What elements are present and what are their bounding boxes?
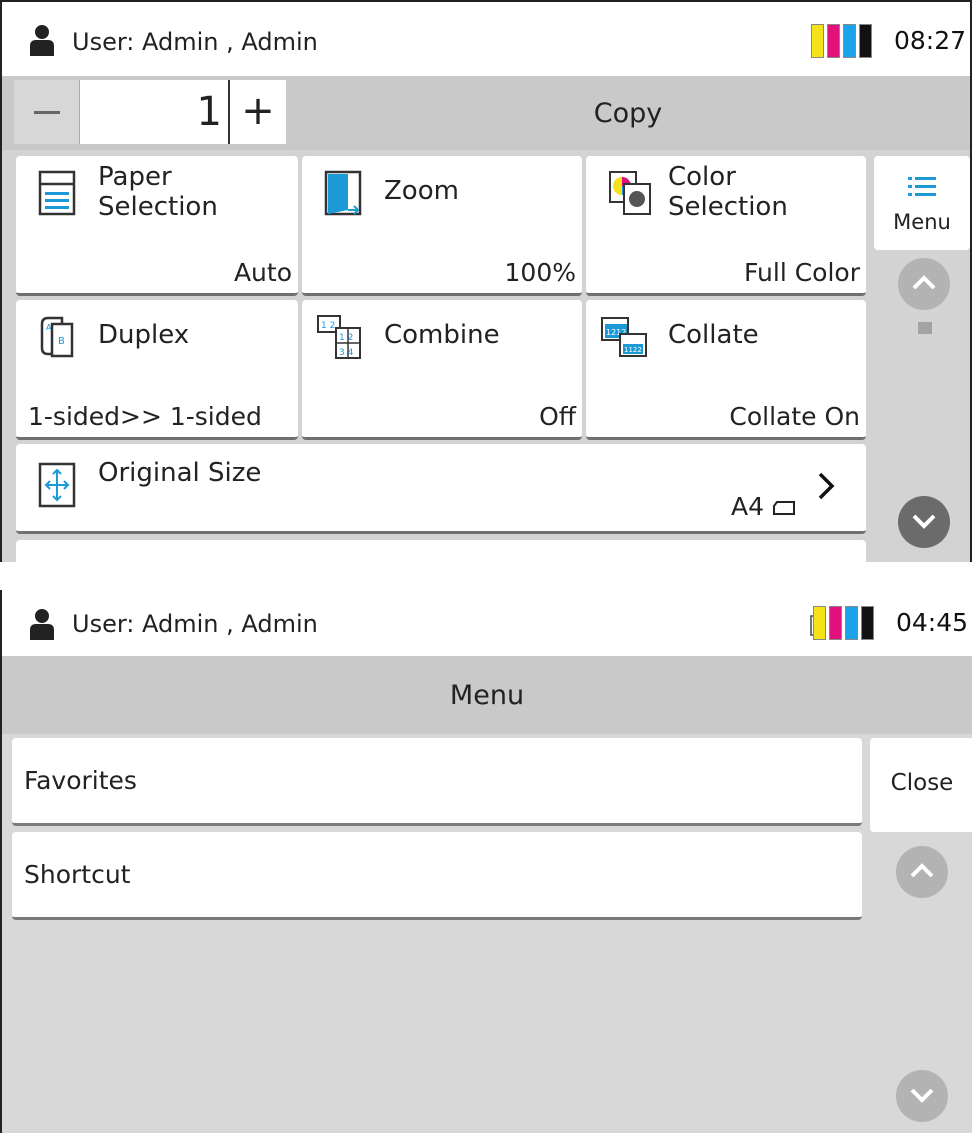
user-icon: [30, 25, 54, 56]
svg-text:A: A: [46, 323, 52, 332]
chevron-down-icon: [910, 1088, 934, 1103]
list-item-label: Favorites: [24, 766, 137, 795]
function-grid: Paper Selection Auto Zoom 100% Color Sel…: [2, 150, 970, 562]
tile-value: 1-sided>> 1-sided: [28, 402, 262, 431]
collate-tile[interactable]: 1212 1122 Collate Collate On: [586, 300, 866, 440]
scroll-up-button[interactable]: [898, 258, 950, 310]
login-user-label: User: Admin , Admin: [72, 610, 318, 638]
close-label: Close: [890, 770, 954, 796]
tile-name: Color Selection: [668, 162, 788, 222]
svg-text:B: B: [58, 336, 65, 347]
tile-name: Combine: [384, 320, 500, 350]
toner-cyan: [845, 606, 858, 640]
toner-black: [861, 606, 874, 640]
menu-list: Favorites Shortcut Close: [2, 734, 972, 1133]
tile-value: Auto: [233, 258, 292, 287]
toner-yellow: [811, 24, 824, 58]
next-function-tile[interactable]: [16, 540, 866, 562]
chevron-up-icon: [912, 275, 936, 290]
tile-value: Full Color: [744, 258, 860, 287]
chevron-right-icon: [818, 472, 835, 500]
tile-name: Paper Selection: [98, 162, 218, 222]
login-user-label: User: Admin , Admin: [72, 28, 318, 56]
menu-screen: User: Admin , Admin 04:45 Menu Favorites…: [0, 590, 972, 1133]
zoom-icon: [324, 170, 362, 216]
chevron-up-icon: [910, 863, 934, 878]
close-button[interactable]: Close: [870, 738, 972, 832]
landscape-orientation-icon: [773, 501, 795, 515]
decrease-copies-button[interactable]: [14, 80, 80, 144]
paper-selection-tile[interactable]: Paper Selection Auto: [16, 156, 298, 296]
copies-count[interactable]: 1: [80, 80, 228, 144]
user-icon: [30, 609, 54, 640]
menu-button[interactable]: Menu: [874, 156, 970, 250]
tile-name: Zoom: [384, 176, 459, 206]
status-bar: User: Admin , Admin 04:45: [2, 590, 972, 656]
paper-selection-icon: [38, 170, 76, 216]
toner-black: [859, 24, 872, 58]
scroll-down-button[interactable]: [896, 1070, 948, 1122]
original-size-icon: [38, 462, 76, 508]
svg-text:1 2: 1 2: [321, 321, 335, 331]
page-title: Menu: [449, 679, 525, 711]
color-selection-tile[interactable]: Color Selection Full Color: [586, 156, 866, 296]
svg-text:1122: 1122: [624, 346, 642, 354]
title-bar: Menu: [2, 656, 972, 734]
collate-icon: 1212 1122: [601, 317, 647, 357]
increase-copies-button[interactable]: +: [228, 80, 286, 144]
toner-level-icon: [811, 24, 872, 58]
toner-magenta: [829, 606, 842, 640]
scroll-down-button[interactable]: [898, 496, 950, 548]
duplex-tile[interactable]: A B Duplex 1-sided>> 1-sided: [16, 300, 298, 440]
list-item-shortcut[interactable]: Shortcut: [12, 832, 862, 920]
copies-stepper: 1 +: [14, 80, 286, 144]
tile-value: A4: [731, 492, 796, 521]
color-selection-icon: [609, 171, 651, 215]
toner-magenta: [827, 24, 840, 58]
svg-text:1 2: 1 2: [339, 333, 353, 343]
combine-tile[interactable]: 1 2 1 2 3 4 Combine Off: [302, 300, 582, 440]
clock: 04:45: [895, 608, 968, 637]
tile-name: Collate: [668, 320, 759, 350]
tile-value: Collate On: [729, 402, 860, 431]
zoom-tile[interactable]: Zoom 100%: [302, 156, 582, 296]
toner-cyan: [843, 24, 856, 58]
tile-value: 100%: [504, 258, 576, 287]
copy-screen: User: Admin , Admin 08:27 1 + Copy Paper…: [0, 0, 972, 562]
toner-yellow: [813, 606, 826, 640]
chevron-down-icon: [912, 514, 936, 529]
scroll-up-button[interactable]: [896, 846, 948, 898]
page-title: Copy: [593, 97, 663, 129]
tile-value: Off: [539, 402, 576, 431]
svg-text:3 4: 3 4: [339, 348, 354, 358]
menu-label: Menu: [893, 210, 951, 234]
status-bar: User: Admin , Admin 08:27: [2, 0, 970, 76]
toner-level-icon: [813, 606, 874, 640]
title-bar: 1 + Copy: [2, 76, 970, 150]
original-size-tile[interactable]: Original Size A4: [16, 444, 866, 534]
list-item-favorites[interactable]: Favorites: [12, 738, 862, 826]
list-item-label: Shortcut: [24, 860, 131, 889]
combine-icon: 1 2 1 2 3 4: [317, 315, 361, 359]
duplex-icon: A B: [40, 316, 74, 358]
tile-name: Duplex: [98, 320, 190, 350]
menu-icon: [908, 177, 936, 196]
tile-name: Original Size: [98, 458, 262, 488]
scroll-position-indicator: [918, 322, 932, 334]
clock: 08:27: [893, 26, 966, 55]
